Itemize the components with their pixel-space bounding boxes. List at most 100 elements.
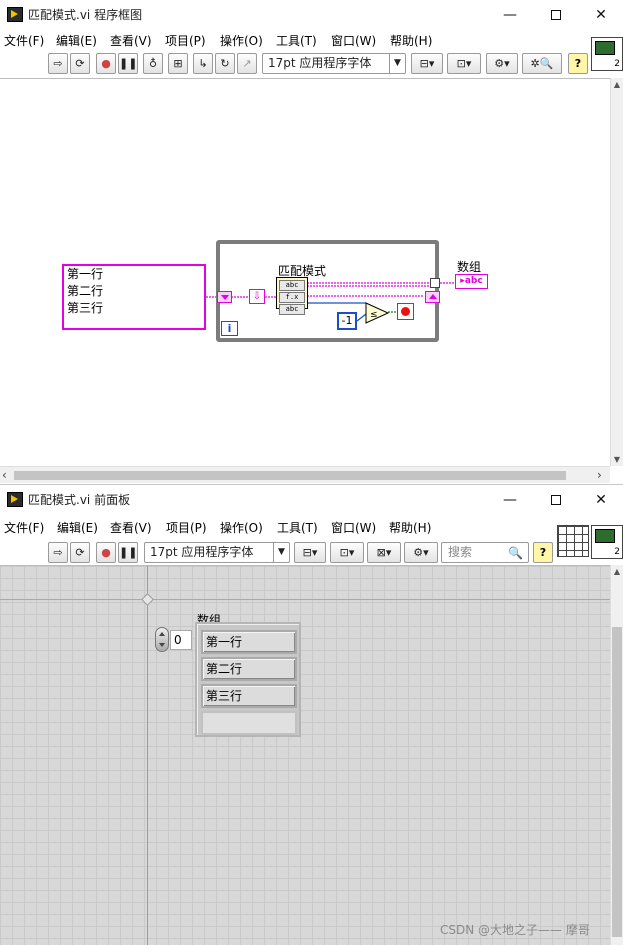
resize-objects-button[interactable]: ⊠▾ <box>367 542 401 563</box>
step-out-button[interactable]: ↗ <box>237 53 257 74</box>
run-button[interactable]: ⇨ <box>48 542 68 563</box>
window-title: 匹配模式.vi 程序框图 <box>28 8 143 22</box>
origin-marker <box>141 593 154 606</box>
menu-window[interactable]: 窗口(W) <box>331 32 376 49</box>
reorder-button[interactable]: ⚙▾ <box>486 53 518 74</box>
close-button[interactable]: ✕ <box>578 485 623 515</box>
pause-button[interactable]: ❚❚ <box>118 542 138 563</box>
scroll-up-icon[interactable]: ▲ <box>611 567 623 576</box>
step-into-icon: ↳ <box>198 57 208 70</box>
scroll-left-icon[interactable]: ‹ <box>2 468 7 482</box>
align-objects-icon: ⊟▾ <box>419 57 435 70</box>
search-input[interactable]: 搜索 🔍 <box>441 542 529 563</box>
reorder-button[interactable]: ⚙▾ <box>404 542 438 563</box>
highlight-execution-icon: ♁ <box>148 57 158 70</box>
abort-button[interactable]: ● <box>96 542 116 563</box>
scroll-down-icon[interactable]: ▼ <box>611 455 623 464</box>
array-indicator-terminal[interactable]: ▸abc <box>455 274 488 289</box>
array-element[interactable]: 第二行 <box>201 657 297 681</box>
search-icon: 🔍 <box>508 546 523 560</box>
align-objects-icon: ⊟▾ <box>302 546 318 559</box>
run-button[interactable]: ⇨ <box>48 53 68 74</box>
numeric-constant[interactable]: -1 <box>337 312 357 330</box>
front-panel-canvas[interactable]: 数组 0 第一行 第二行 第三行 <box>0 565 610 945</box>
array-element[interactable]: 第三行 <box>201 684 297 708</box>
string-constant-line: 第三行 <box>67 301 104 315</box>
context-help-button[interactable]: ? <box>533 542 553 563</box>
scroll-up-icon[interactable]: ▲ <box>611 80 623 89</box>
maximize-button[interactable] <box>533 485 579 515</box>
string-constant[interactable]: 第一行 第二行 第三行 <box>62 264 206 330</box>
align-objects-button[interactable]: ⊟▾ <box>411 53 443 74</box>
string-constant-line: 第一行 <box>67 267 104 281</box>
step-over-button[interactable]: ↻ <box>215 53 235 74</box>
pause-button[interactable]: ❚❚ <box>118 53 138 74</box>
menu-edit[interactable]: 编辑(E) <box>56 32 97 49</box>
stop-terminal[interactable] <box>397 303 414 320</box>
step-into-button[interactable]: ↳ <box>193 53 213 74</box>
menu-window[interactable]: 窗口(W) <box>331 519 376 536</box>
retain-wire-values-button[interactable]: ⊞ <box>168 53 188 74</box>
menu-project[interactable]: 项目(P) <box>165 32 206 49</box>
menu-view[interactable]: 查看(V) <box>110 519 152 536</box>
titlebar: 匹配模式.vi 前面板 — ✕ <box>0 485 623 515</box>
menu-file[interactable]: 文件(F) <box>4 32 44 49</box>
context-help-button[interactable]: ? <box>568 53 588 74</box>
highlight-execution-button[interactable]: ♁ <box>143 53 163 74</box>
array-element[interactable]: 第一行 <box>201 630 297 654</box>
origin-line-horizontal <box>0 599 610 600</box>
run-continuously-button[interactable]: ⟳ <box>70 53 90 74</box>
array-element-empty[interactable] <box>201 711 297 735</box>
index-increment-decrement[interactable] <box>155 627 169 652</box>
abort-icon: ● <box>101 57 111 70</box>
menu-tools[interactable]: 工具(T) <box>277 519 318 536</box>
iteration-terminal[interactable]: i <box>221 321 238 336</box>
reorder-icon: ⚙▾ <box>494 57 510 70</box>
maximize-button[interactable] <box>533 0 579 30</box>
scroll-thumb[interactable] <box>14 471 566 480</box>
horizontal-scrollbar[interactable]: ‹ › <box>0 466 610 483</box>
scroll-thumb[interactable] <box>612 627 622 937</box>
menu-view[interactable]: 查看(V) <box>110 32 152 49</box>
font-select[interactable]: 17pt 应用程序字体 ▼ <box>262 53 406 74</box>
vertical-scrollbar[interactable]: ▲ ▼ <box>610 78 623 466</box>
run-continuously-icon: ⟳ <box>75 546 85 559</box>
shift-register-left[interactable] <box>217 291 232 303</box>
menu-help[interactable]: 帮助(H) <box>390 32 432 49</box>
vi-icon-pane[interactable]: 2 <box>591 37 623 71</box>
menu-project[interactable]: 项目(P) <box>166 519 207 536</box>
minimize-button[interactable]: — <box>487 0 533 30</box>
index-array-node[interactable]: ⇩ <box>249 289 265 304</box>
distribute-objects-button[interactable]: ⊡▾ <box>447 53 481 74</box>
menu-bar: 文件(F) 编辑(E) 查看(V) 项目(P) 操作(O) 工具(T) 窗口(W… <box>0 517 590 537</box>
menu-tools[interactable]: 工具(T) <box>276 32 317 49</box>
menu-help[interactable]: 帮助(H) <box>389 519 431 536</box>
output-tunnel[interactable] <box>430 278 440 288</box>
chevron-down-icon: ▼ <box>389 54 405 73</box>
match-pattern-node[interactable]: abc f.x abc <box>276 277 308 315</box>
abort-button[interactable]: ● <box>96 53 116 74</box>
menu-edit[interactable]: 编辑(E) <box>57 519 98 536</box>
resize-objects-icon: ⊠▾ <box>376 546 392 559</box>
close-button[interactable]: ✕ <box>578 0 623 30</box>
align-objects-button[interactable]: ⊟▾ <box>294 542 326 563</box>
vi-icon-pane[interactable]: 2 <box>591 525 623 559</box>
distribute-objects-button[interactable]: ⊡▾ <box>330 542 364 563</box>
run-continuously-button[interactable]: ⟳ <box>70 542 90 563</box>
block-diagram-window: 匹配模式.vi 程序框图 — ✕ 文件(F) 编辑(E) 查看(V) 项目(P)… <box>0 0 623 484</box>
cleanup-search-button[interactable]: ✲🔍 <box>522 53 562 74</box>
menu-operate[interactable]: 操作(O) <box>220 519 263 536</box>
minimize-button[interactable]: — <box>487 485 533 515</box>
match-node-row: abc <box>279 304 305 315</box>
shift-register-right[interactable] <box>425 291 440 303</box>
step-out-icon: ↗ <box>242 57 252 70</box>
menu-operate[interactable]: 操作(O) <box>220 32 263 49</box>
font-select[interactable]: 17pt 应用程序字体 ▼ <box>144 542 290 563</box>
watermark: CSDN @大地之子—— 摩哥 <box>440 923 590 937</box>
array-index-display[interactable]: 0 <box>170 630 192 650</box>
retain-wire-values-icon: ⊞ <box>173 57 183 70</box>
scroll-right-icon[interactable]: › <box>597 468 602 482</box>
connector-pane[interactable] <box>557 525 589 557</box>
vertical-scrollbar[interactable]: ▲ <box>610 565 623 945</box>
menu-file[interactable]: 文件(F) <box>4 519 44 536</box>
